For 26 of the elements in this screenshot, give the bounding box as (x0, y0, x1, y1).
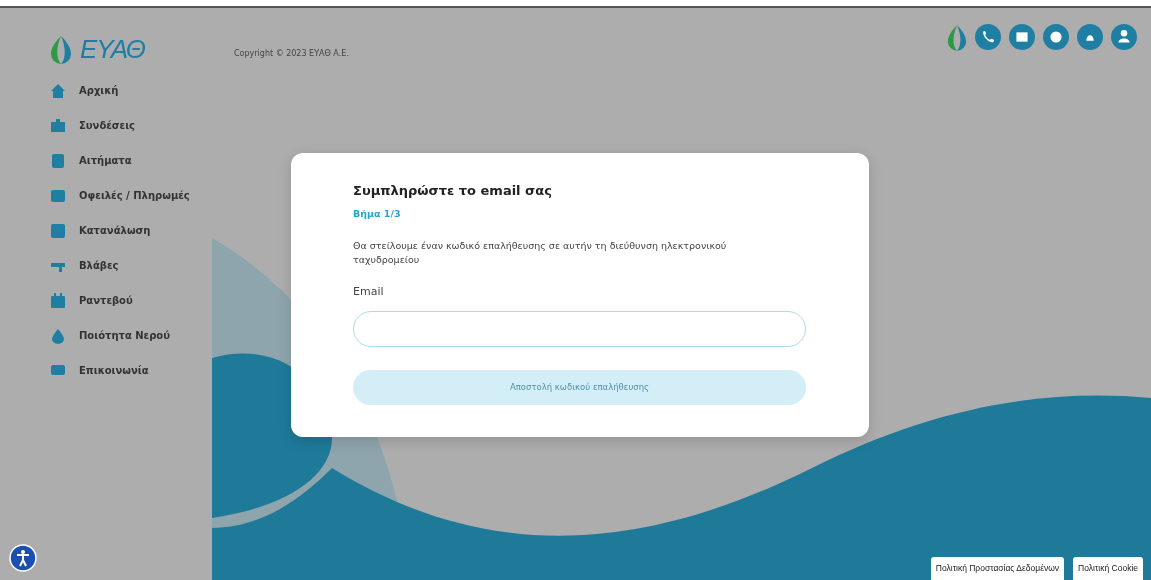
nav-link[interactable]: Αρχική (79, 84, 119, 97)
phone-icon[interactable] (975, 24, 1001, 50)
dialog-description: Θα στείλουμε έναν κωδικό επαλήθευσης σε αυτήν τη διεύθυνση ηλεκτρονικού ταχυδρομείου (353, 238, 728, 267)
email-label: Email (353, 284, 385, 301)
drop-logo-icon (50, 34, 72, 65)
nav-link[interactable]: Βλάβες (79, 259, 119, 272)
nav-link[interactable]: Επικοινωνία (79, 364, 149, 377)
nav-link[interactable]: Ποιότητα Νερού (79, 329, 170, 342)
drop-icon (50, 327, 66, 344)
email-input-field[interactable] (353, 310, 806, 347)
briefcase-icon (50, 117, 66, 134)
user-icon[interactable] (1111, 24, 1137, 50)
logo-text: ΕΥΑΘ (80, 33, 145, 66)
home-icon (50, 82, 66, 99)
dialog-title: Συμπληρώστε το email σας (353, 182, 553, 200)
footer-link[interactable]: Πολιτική Προστασίας Δεδομένων (930, 557, 1065, 580)
step-indicator: Βήμα 1/3 (353, 206, 402, 221)
nav-link[interactable]: Αιτήματα (79, 154, 132, 167)
footer-link[interactable]: Πολιτική Cookie (1073, 557, 1143, 580)
nav-link[interactable]: Συνδέσεις (79, 119, 135, 132)
accessibility-icon[interactable] (9, 544, 37, 572)
copyright-text: Copyright © 2023 ΕΥΑΘ Α.Ε. (234, 48, 349, 60)
nav-link[interactable]: Κατανάλωση (79, 224, 151, 237)
nav-link[interactable]: Οφειλές / Πληρωμές (79, 189, 190, 202)
calendar-icon (50, 292, 66, 309)
nav-link[interactable]: Ραντεβού (79, 294, 133, 307)
